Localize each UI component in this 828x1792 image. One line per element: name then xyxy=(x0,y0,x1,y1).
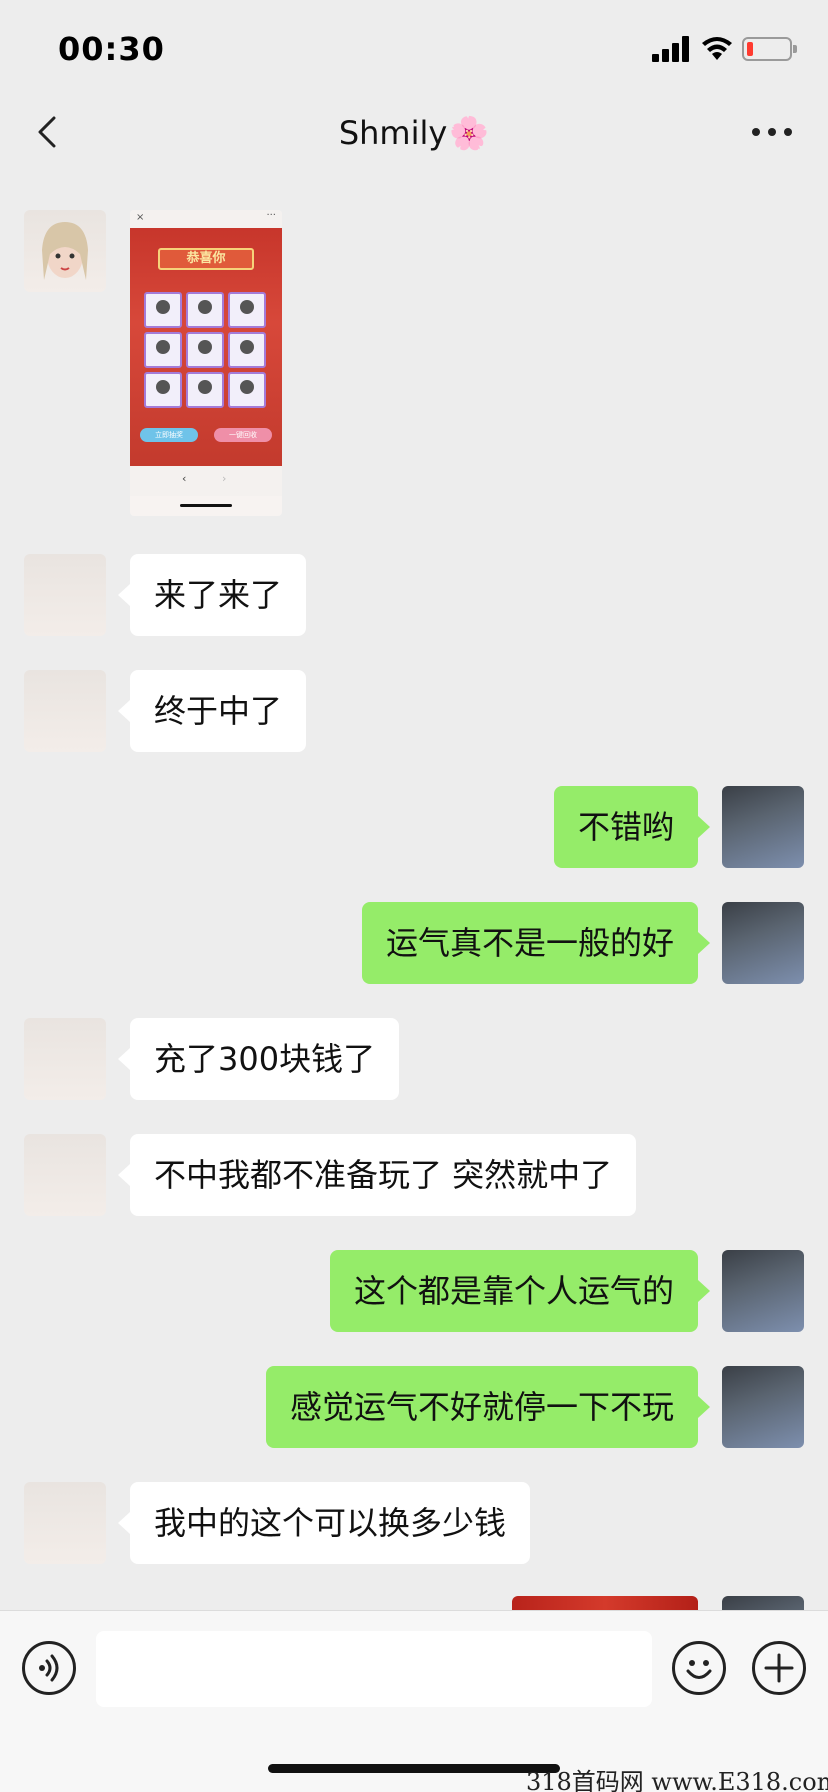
wifi-icon xyxy=(702,37,732,60)
image-forward-arrow: › xyxy=(222,472,227,485)
prize-item xyxy=(228,372,266,408)
message-row: × ··· 恭喜你 立即抽奖 一键回收 ‹ › xyxy=(0,210,828,530)
cellular-signal-icon xyxy=(652,36,692,62)
emoji-icon[interactable] xyxy=(672,1641,726,1695)
my-avatar[interactable] xyxy=(722,1596,804,1610)
ellipsis-icon[interactable] xyxy=(748,122,796,142)
prize-item xyxy=(144,372,182,408)
outgoing-message[interactable]: 感觉运气不好就停一下不玩 xyxy=(265,1366,711,1448)
red-packet-card[interactable] xyxy=(512,1596,698,1610)
my-avatar[interactable] xyxy=(722,902,804,984)
image-topbar: × ··· xyxy=(130,210,282,228)
message-row: 来了来了 xyxy=(0,554,828,636)
my-avatar[interactable] xyxy=(722,786,804,868)
home-indicator[interactable] xyxy=(268,1764,560,1773)
my-avatar[interactable] xyxy=(722,1250,804,1332)
image-home-indicator xyxy=(180,504,232,507)
prize-item xyxy=(186,332,224,368)
clock-time: 00:30 xyxy=(58,30,165,68)
prize-item xyxy=(144,332,182,368)
flower-emoji: 🌸 xyxy=(449,114,490,152)
message-row: 感觉运气不好就停一下不玩 xyxy=(0,1366,828,1448)
voice-icon[interactable] xyxy=(22,1641,76,1695)
image-back-arrow: ‹ xyxy=(182,472,187,485)
my-avatar[interactable] xyxy=(722,1366,804,1448)
outgoing-message[interactable]: 不错哟 xyxy=(553,786,711,868)
status-bar: 00:30 xyxy=(0,0,828,100)
prize-title: 恭喜你 xyxy=(158,248,254,270)
message-row: 我中的这个可以换多少钱 xyxy=(0,1482,828,1564)
contact-name: Shmily xyxy=(338,114,448,152)
outgoing-message[interactable]: 这个都是靠个人运气的 xyxy=(329,1250,711,1332)
outgoing-message[interactable]: 运气真不是一般的好 xyxy=(361,902,711,984)
contact-avatar[interactable] xyxy=(24,210,106,292)
contact-avatar[interactable] xyxy=(24,554,106,636)
prize-item xyxy=(228,292,266,328)
message-row: 运气真不是一般的好 xyxy=(0,902,828,984)
contact-avatar[interactable] xyxy=(24,1018,106,1100)
prize-recycle-button: 一键回收 xyxy=(214,428,272,442)
incoming-message[interactable]: 不中我都不准备玩了 突然就中了 xyxy=(117,1134,637,1216)
incoming-message[interactable]: 充了300块钱了 xyxy=(117,1018,400,1100)
chat-header: Shmily 🌸 xyxy=(0,100,828,166)
message-row: 充了300块钱了 xyxy=(0,1018,828,1100)
prize-item xyxy=(186,372,224,408)
image-navbar: ‹ › xyxy=(130,466,282,496)
message-row: 不错哟 xyxy=(0,786,828,868)
watermark: 318首码网 www.E318.com xyxy=(526,1768,828,1792)
prize-grid xyxy=(144,292,268,408)
prize-draw-button: 立即抽奖 xyxy=(140,428,198,442)
incoming-message[interactable]: 终于中了 xyxy=(117,670,307,752)
incoming-message[interactable]: 我中的这个可以换多少钱 xyxy=(117,1482,531,1564)
screenshot-image-message[interactable]: × ··· 恭喜你 立即抽奖 一键回收 ‹ › xyxy=(130,210,282,516)
message-row: 这个都是靠个人运气的 xyxy=(0,1250,828,1332)
prize-item xyxy=(186,292,224,328)
prize-item xyxy=(228,332,266,368)
battery-icon xyxy=(742,37,797,61)
chat-title: Shmily 🌸 xyxy=(0,114,828,152)
message-row: 不中我都不准备玩了 突然就中了 xyxy=(0,1134,828,1216)
message-row xyxy=(0,1596,828,1610)
contact-avatar[interactable] xyxy=(24,670,106,752)
message-input[interactable] xyxy=(96,1631,652,1707)
message-list[interactable]: × ··· 恭喜你 立即抽奖 一键回收 ‹ › 来了来了 终于中了 不错哟 运气… xyxy=(0,196,828,1610)
plus-icon[interactable] xyxy=(752,1641,806,1695)
contact-avatar[interactable] xyxy=(24,1134,106,1216)
message-row: 终于中了 xyxy=(0,670,828,752)
contact-avatar[interactable] xyxy=(24,1482,106,1564)
incoming-message[interactable]: 来了来了 xyxy=(117,554,307,636)
prize-item xyxy=(144,292,182,328)
